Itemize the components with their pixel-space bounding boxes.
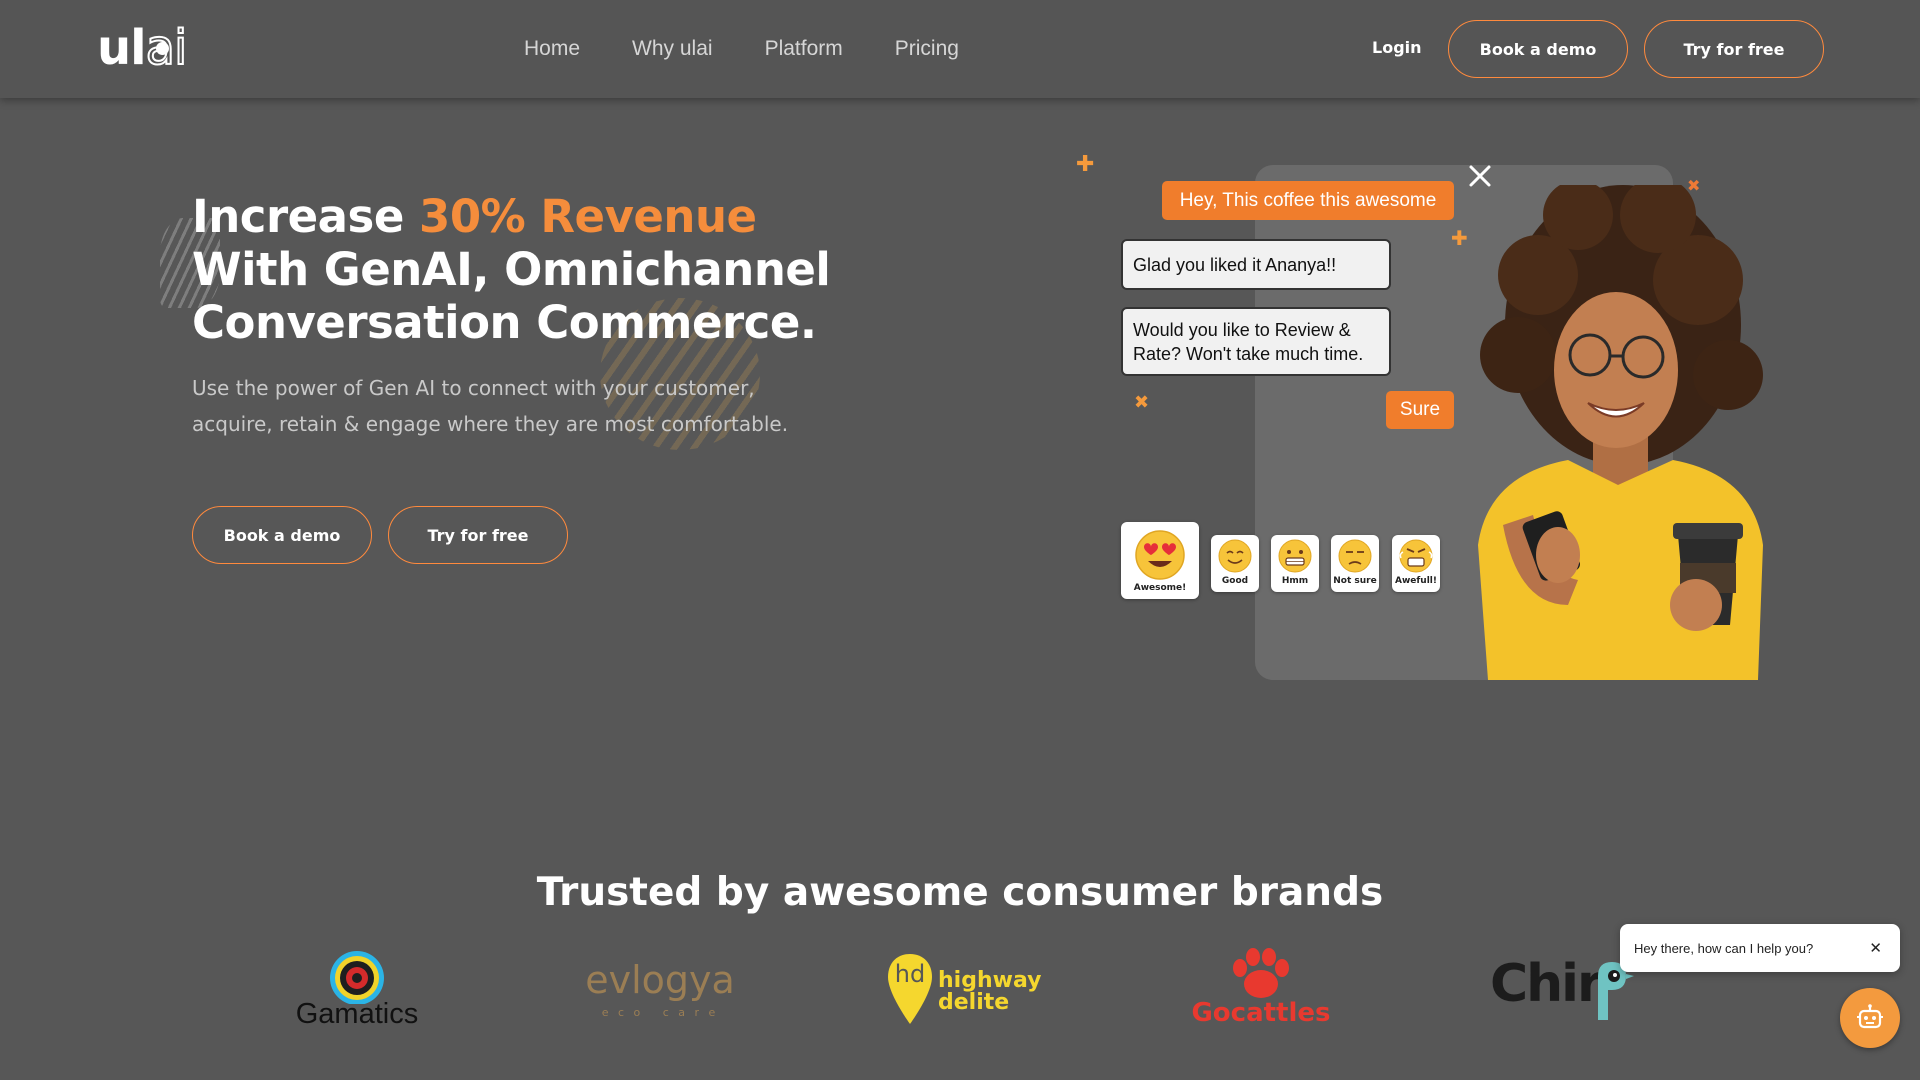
highway-pin-letters: hd: [894, 960, 926, 988]
chat-tooltip-close-icon[interactable]: ✕: [1869, 939, 1882, 957]
sparkle-icon: ✚: [1451, 226, 1468, 250]
nav-platform[interactable]: Platform: [765, 37, 843, 61]
grimace-emoji-icon: [1278, 539, 1312, 573]
rating-not-sure[interactable]: Not sure: [1331, 535, 1379, 592]
rating-good[interactable]: Good: [1211, 535, 1259, 592]
bot-message-bubble: Glad you liked it Ananya!!: [1121, 239, 1391, 290]
evlogya-tagline: e c o c a r e: [601, 1006, 719, 1019]
rating-awesome[interactable]: Awesome!: [1121, 522, 1199, 599]
hero-title-prefix: Increase: [192, 190, 420, 243]
rating-hmm[interactable]: Hmm: [1271, 535, 1319, 592]
angry-emoji-icon: [1399, 539, 1433, 573]
hero-subtitle: Use the power of Gen AI to connect with …: [192, 376, 789, 436]
hero-book-demo-button[interactable]: Book a demo: [192, 506, 372, 564]
rating-awefull[interactable]: Awefull!: [1392, 535, 1440, 592]
customer-reply-bubble: Sure: [1386, 391, 1454, 429]
login-link[interactable]: Login: [1372, 38, 1422, 57]
rating-label: Awesome!: [1133, 583, 1187, 593]
highway-logo-line2: delite: [938, 990, 1010, 1015]
hero-title-accent: 30% Revenue: [419, 190, 757, 243]
customer-message-bubble: Hey, This coffee this awesome: [1162, 181, 1454, 220]
chatbot-icon: [1857, 1004, 1883, 1029]
hero-try-free-button[interactable]: Try for free: [388, 506, 568, 564]
sparkle-icon: ✚: [1076, 152, 1095, 177]
sparkle-icon: ✖: [1134, 392, 1150, 413]
heart-eyes-emoji-icon: [1135, 530, 1185, 580]
header-book-demo-button[interactable]: Book a demo: [1448, 20, 1628, 78]
brand-gamatics: Gamatics: [282, 948, 432, 1038]
chirp-logo-text: Chir: [1490, 954, 1603, 1014]
unamused-emoji-icon: [1338, 539, 1372, 573]
brand-chirp: Chir: [1490, 948, 1640, 1038]
nav-pricing[interactable]: Pricing: [895, 37, 959, 61]
rating-label: Not sure: [1333, 576, 1377, 586]
evlogya-logo-text: evlogya: [585, 958, 735, 1002]
chat-greeting-text: Hey there, how can I help you?: [1634, 940, 1814, 956]
logo-text-ai: ai: [145, 19, 189, 77]
hero-title: Increase 30% Revenue With GenAI, Omnicha…: [192, 190, 832, 349]
site-header: ul ai Home Why ulai Platform Pricing Log…: [0, 0, 1920, 98]
brand-highway-delite: hd highway delite: [886, 948, 1041, 1038]
close-icon[interactable]: [1466, 162, 1494, 190]
chat-launcher-button[interactable]: [1840, 988, 1900, 1048]
ulai-logo[interactable]: ul ai: [97, 19, 189, 77]
paw-print-icon: [1233, 948, 1289, 998]
main-nav: Home Why ulai Platform Pricing: [524, 0, 959, 98]
nav-why-ulai[interactable]: Why ulai: [632, 37, 713, 61]
bot-review-bubble: Would you like to Review & Rate? Won't t…: [1121, 307, 1391, 376]
chat-greeting-tooltip[interactable]: Hey there, how can I help you? ✕: [1620, 924, 1900, 972]
brand-gocattles: Gocattles: [1186, 948, 1336, 1038]
gamatics-logo-icon: [330, 951, 384, 1004]
rating-label: Good: [1221, 576, 1249, 586]
hero-title-line2: With GenAI, Omnichannel: [192, 243, 831, 296]
gocattles-logo-text: Gocattles: [1191, 998, 1331, 1028]
brand-evlogya: evlogya e c o c a r e: [585, 948, 735, 1038]
header-try-free-button[interactable]: Try for free: [1644, 20, 1824, 78]
sparkle-icon: ✖: [1687, 176, 1701, 195]
rating-label: Hmm: [1281, 576, 1309, 586]
smiling-emoji-icon: [1218, 539, 1252, 573]
woman-with-coffee-illustration: [1478, 185, 1763, 680]
trusted-brands-heading: Trusted by awesome consumer brands: [536, 870, 1384, 915]
logo-chat-dot-icon: [155, 42, 169, 55]
rating-label: Awefull!: [1395, 576, 1437, 586]
nav-home[interactable]: Home: [524, 37, 580, 61]
logo-text-ul: ul: [97, 20, 147, 76]
hero-title-line3: Conversation Commerce.: [192, 296, 817, 349]
gamatics-logo-text: Gamatics: [295, 998, 419, 1030]
